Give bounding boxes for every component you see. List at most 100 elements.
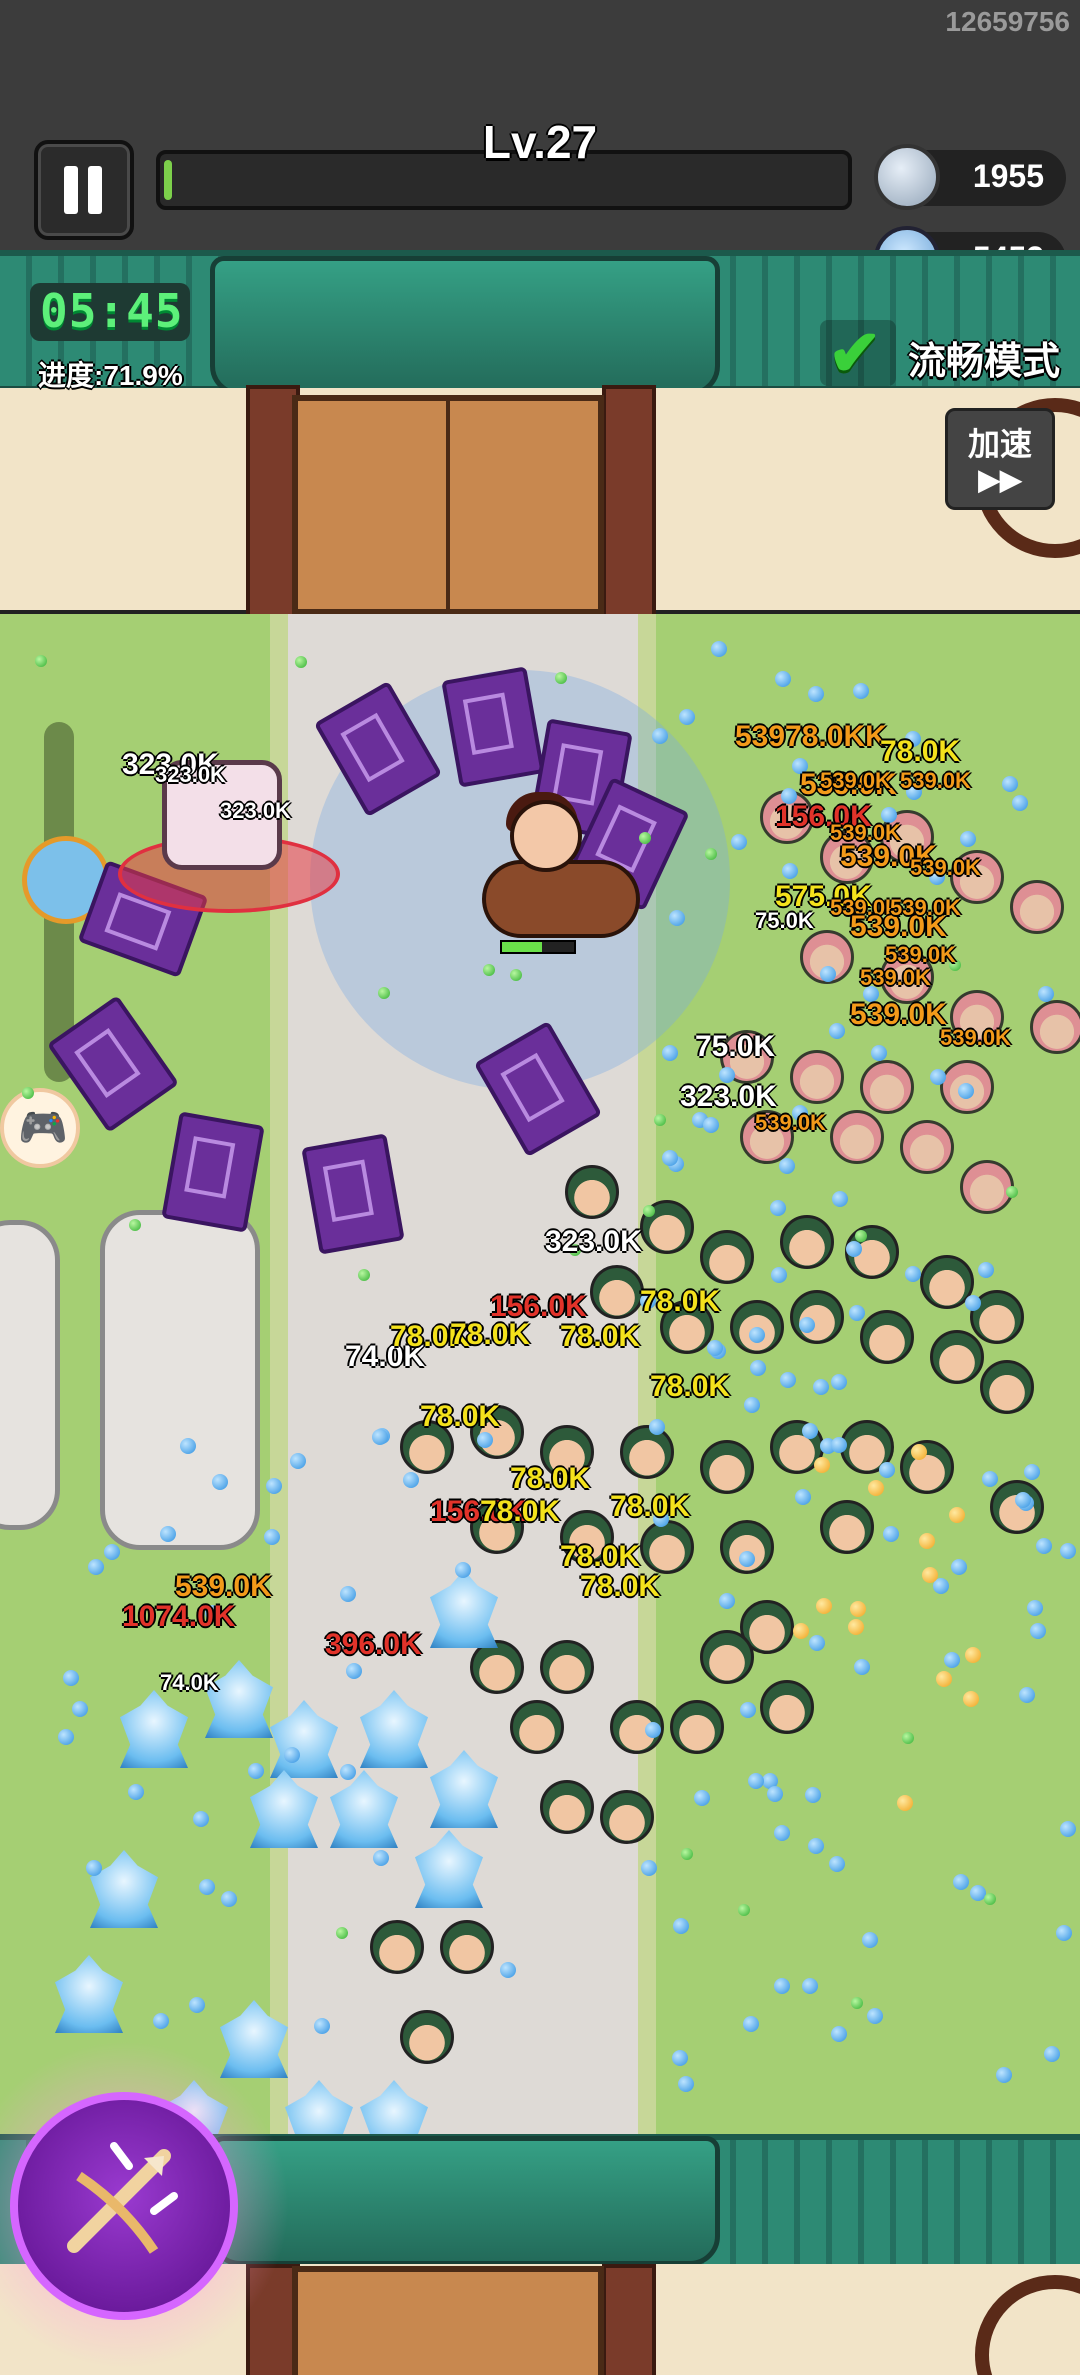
enemy-soldier [820,1500,874,1554]
xp-orb [649,1419,665,1435]
gamepad-button[interactable]: 🎮 [0,1088,80,1168]
xp-orb [641,1860,657,1876]
smooth-mode-label[interactable]: 流畅模式 [908,330,1060,385]
xp-orb [221,1891,237,1907]
xp-orb [919,1533,935,1549]
xp-orb [771,1267,787,1283]
damage-number: 323.0K [680,1080,777,1113]
xp-orb [944,1652,960,1668]
check-icon: ✔ [828,317,882,389]
enemy-monk [860,1060,914,1114]
xp-orb [128,1784,144,1800]
gamepad-icon: 🎮 [18,1106,68,1150]
xp-orb [212,1474,228,1490]
hero-on-boar [482,792,640,940]
enemy-soldier [860,1310,914,1364]
xp-orb [703,1117,719,1133]
enemy-monk [1030,1000,1080,1054]
enemy-soldier [440,1920,494,1974]
xp-orb [930,1069,946,1085]
xp-orb [1060,1821,1076,1837]
xp-orb [936,1671,952,1687]
xp-orb [805,1787,821,1803]
xp-orb [802,1423,818,1439]
xp-orb [340,1764,356,1780]
xp-orb [1027,1600,1043,1616]
stone-slab [100,1210,260,1550]
xp-orb [1036,1538,1052,1554]
damage-number: 75.0K [755,908,814,933]
xp-orb [953,1874,969,1890]
xp-orb [336,1927,348,1939]
xp-orb [645,1722,661,1738]
damage-number: 539.0K [755,1110,826,1135]
coin-counter: 1955 [874,144,1066,210]
xp-orb [160,1526,176,1542]
damage-number: 75.0K [695,1030,776,1063]
xp-orb [199,1879,215,1895]
xp-orb [639,832,651,844]
speed-up-label: 加速 [967,426,1032,462]
xp-orb [679,709,695,725]
xp-orb [816,1598,832,1614]
enemy-soldier [760,1680,814,1734]
xp-orb [378,987,390,999]
xp-orb [88,1559,104,1575]
xp-orb [1002,776,1018,792]
xp-orb [500,1962,516,1978]
xp-orb [868,1480,884,1496]
enemy-soldier [470,1640,524,1694]
xp-orb [738,1904,750,1916]
xp-orb [960,831,976,847]
enemy-soldier [640,1520,694,1574]
damage-number: 539.0K [175,1570,272,1603]
damage-number: 53978.0KK [735,720,887,753]
xp-orb [1006,1186,1018,1198]
xp-orb [808,686,824,702]
enemy-soldier [510,1700,564,1754]
damage-number: 539.0K [940,1025,1011,1050]
speed-up-button[interactable]: 加速 ▶▶ [945,408,1055,510]
xp-orb [963,1691,979,1707]
damage-number: 396.0K [325,1628,422,1661]
xp-orb [871,1045,887,1061]
crossbow-icon [67,2142,178,2254]
enemy-soldier [670,1700,724,1754]
xp-orb [266,1478,282,1494]
xp-orb [883,1526,899,1542]
damage-number: 78.0K [880,735,961,768]
xp-orb [897,1795,913,1811]
xp-orb [1056,1925,1072,1941]
enemy-monk [1010,880,1064,934]
xp-orb [951,1559,967,1575]
xp-orb [455,1562,471,1578]
game-timer: 05:45 [40,284,184,338]
xp-orb [782,863,798,879]
xp-orb [996,2067,1012,2083]
xp-orb [719,1593,735,1609]
xp-orb [72,1701,88,1717]
xp-orb [1019,1687,1035,1703]
skill-button[interactable] [10,2092,238,2320]
xp-orb [851,1997,863,2009]
xp-orb [669,910,685,926]
xp-orb [672,2050,688,2066]
xp-orb [799,1317,815,1333]
xp-orb [829,1023,845,1039]
enemy-soldier [700,1630,754,1684]
xp-orb [707,1340,723,1356]
xp-orb [848,1619,864,1635]
enemy-soldier [540,1640,594,1694]
xp-orb [832,1191,848,1207]
talisman-card [301,1133,405,1255]
xp-orb [802,1978,818,1994]
xp-orb [911,1444,927,1460]
damage-number: 539.0K [860,965,931,990]
damage-number: 78.0K [650,1370,731,1403]
xp-orb [831,1374,847,1390]
enemy-soldier [620,1425,674,1479]
xp-orb [555,672,567,684]
damage-number: 323.0K [155,762,226,787]
pause-button[interactable] [34,140,134,240]
xp-orb [853,683,869,699]
